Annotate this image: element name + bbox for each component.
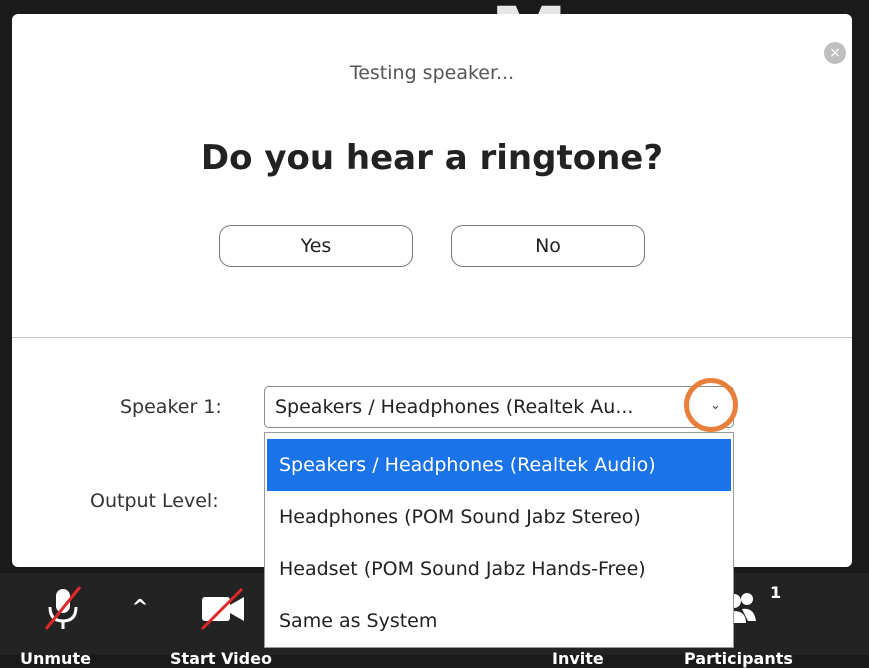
ringtone-question: Do you hear a ringtone? <box>200 138 664 178</box>
speaker-option[interactable]: Speakers / Headphones (Realtek Audio) <box>267 439 731 491</box>
speaker-option[interactable]: Same as System <box>267 595 731 647</box>
yes-button[interactable]: Yes <box>219 225 413 267</box>
invite-label: Invite <box>552 649 604 668</box>
speaker-dropdown-list: Speakers / Headphones (Realtek Audio) He… <box>264 432 734 648</box>
audio-options-chevron[interactable]: ^ <box>126 595 154 619</box>
start-video-button[interactable]: Start Video <box>168 583 278 668</box>
output-level-label: Output Level: <box>90 490 219 512</box>
unmute-label: Unmute <box>20 649 91 668</box>
participants-count: 1 <box>770 583 782 602</box>
dropdown-arrow-highlight <box>684 378 738 432</box>
speaker-option[interactable]: Headphones (POM Sound Jabz Stereo) <box>267 491 731 543</box>
no-button[interactable]: No <box>451 225 645 267</box>
participants-label: Participants <box>684 649 793 668</box>
chevron-up-icon: ^ <box>131 595 149 619</box>
video-camera-off-icon <box>200 587 244 631</box>
speaker-label: Speaker 1: <box>120 396 222 418</box>
speaker-select-value: Speakers / Headphones (Realtek Au... <box>275 396 634 418</box>
start-video-label: Start Video <box>170 649 272 668</box>
close-icon[interactable]: × <box>824 42 846 64</box>
speaker-select[interactable]: Speakers / Headphones (Realtek Au... ⌄ <box>264 386 734 428</box>
unmute-button[interactable]: Unmute <box>18 583 108 668</box>
microphone-muted-icon <box>44 586 82 630</box>
testing-status: Testing speaker... <box>349 62 515 84</box>
speaker-option[interactable]: Headset (POM Sound Jabz Hands-Free) <box>267 543 731 595</box>
divider <box>12 337 852 338</box>
